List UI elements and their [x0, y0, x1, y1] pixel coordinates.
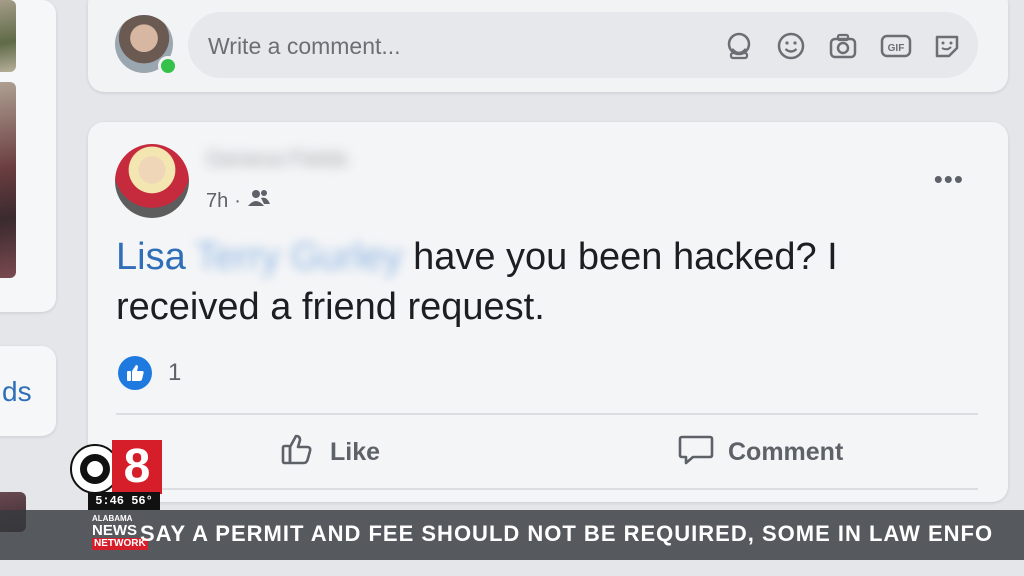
- post-author-avatar[interactable]: [115, 144, 189, 218]
- time-temperature: 5:46 56°: [88, 492, 160, 510]
- camera-icon[interactable]: [828, 31, 858, 61]
- like-button-label: Like: [330, 437, 381, 466]
- post-meta: 7h ·: [206, 188, 271, 214]
- thumbs-up-icon: [280, 431, 316, 474]
- speech-bubble-icon: [678, 431, 714, 474]
- brand-line-2: NEWS: [92, 522, 137, 539]
- post-author-name[interactable]: Geneva Fields: [206, 146, 348, 172]
- post-text: Lisa Terry Gurley have you been hacked? …: [116, 232, 976, 332]
- channel-number: 8: [112, 440, 162, 494]
- divider: [116, 488, 978, 490]
- network-brand: ALABAMA NEWS NETWORK: [92, 515, 148, 555]
- comment-placeholder: Write a comment...: [208, 33, 401, 59]
- online-status-dot: [158, 56, 178, 76]
- like-button[interactable]: Like: [280, 428, 380, 476]
- friends-icon[interactable]: [247, 188, 271, 214]
- comment-button-label: Comment: [728, 437, 844, 466]
- sticker-icon[interactable]: [932, 31, 962, 61]
- left-column: ds: [0, 0, 58, 576]
- like-reaction-icon: [118, 356, 152, 390]
- post-text-line-2: received a friend request.: [116, 286, 545, 328]
- photo-thumbnail[interactable]: [0, 82, 16, 278]
- gif-icon-label: GIF: [888, 43, 905, 54]
- photo-thumbnail[interactable]: [0, 0, 16, 72]
- ticker-text: SAY A PERMIT AND FEE SHOULD NOT BE REQUI…: [140, 521, 994, 546]
- avatar-sticker-icon[interactable]: [724, 31, 754, 61]
- divider: [116, 413, 978, 415]
- emoji-icon[interactable]: [776, 31, 806, 61]
- reaction-count: 1: [168, 359, 182, 386]
- comment-composer-card: Write a comment... GIF: [88, 0, 1008, 92]
- gif-icon[interactable]: GIF: [880, 31, 912, 61]
- meta-separator: ·: [234, 189, 241, 212]
- reaction-summary[interactable]: 1: [118, 356, 181, 390]
- post-card: Geneva Fields 7h · ••• Lisa Terry Gurley…: [88, 122, 1008, 502]
- left-partial-text[interactable]: ds: [2, 376, 32, 408]
- more-options-button[interactable]: •••: [934, 164, 964, 195]
- comment-input[interactable]: Write a comment... GIF: [188, 12, 978, 78]
- left-photo-card: [0, 0, 56, 312]
- post-timestamp[interactable]: 7h: [206, 190, 228, 213]
- mention-link-blurred[interactable]: Terry Gurley: [196, 236, 403, 278]
- comment-button[interactable]: Comment: [678, 428, 843, 476]
- mention-link[interactable]: Lisa: [116, 236, 186, 278]
- post-text-line-1: have you been hacked? I: [402, 236, 838, 278]
